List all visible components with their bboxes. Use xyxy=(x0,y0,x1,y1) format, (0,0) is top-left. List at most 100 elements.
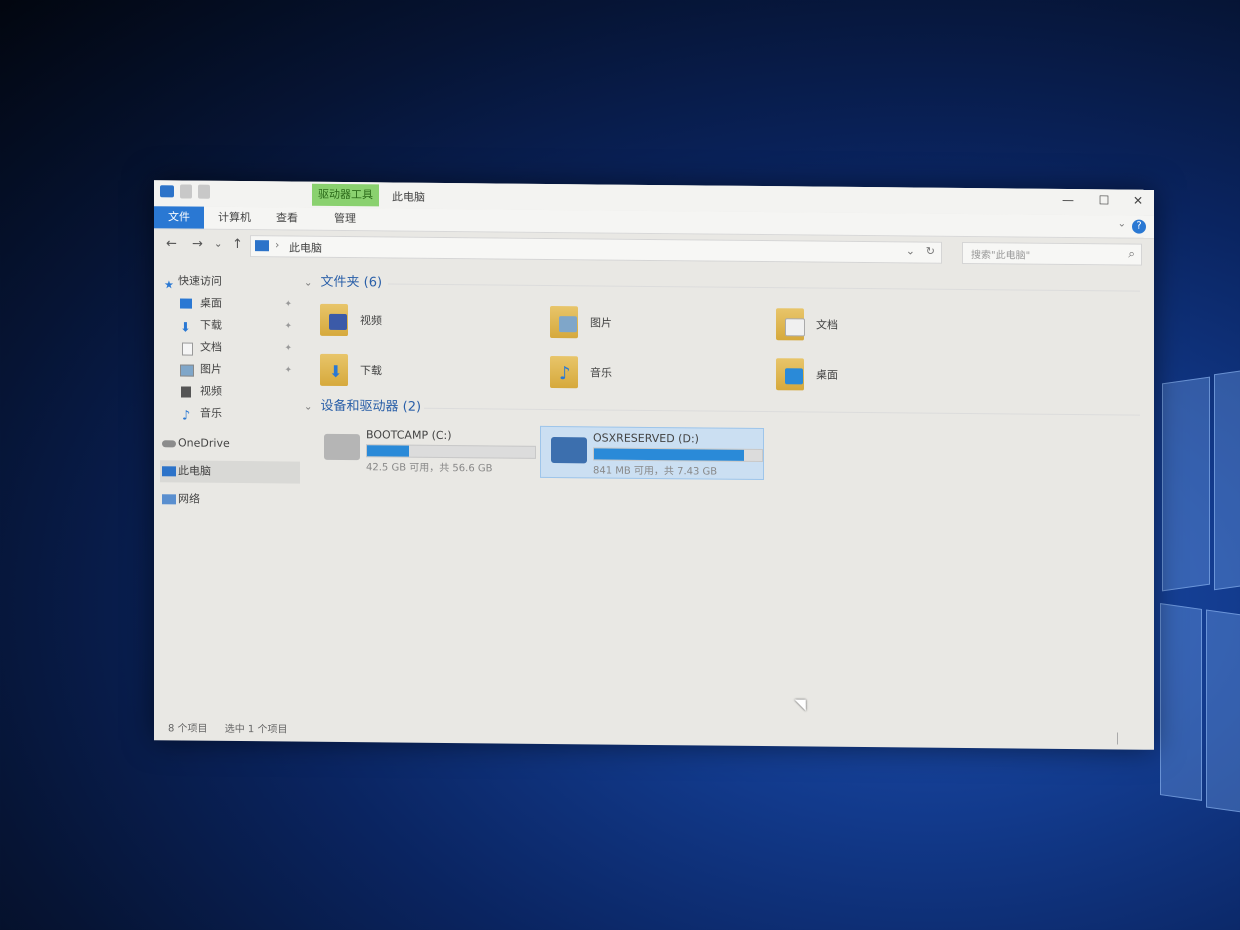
folder-icon xyxy=(550,306,578,339)
tab-manage[interactable]: 管理 xyxy=(324,208,366,230)
back-icon[interactable]: ← xyxy=(166,236,177,251)
drive-c[interactable]: BOOTCAMP (C:) 42.5 GB 可用，共 56.6 GB xyxy=(314,424,536,476)
search-icon[interactable]: ⌕ xyxy=(1128,247,1135,262)
folder-desktop[interactable]: 桌面 xyxy=(760,352,960,398)
folder-label: 音乐 xyxy=(590,366,612,380)
documents-icon xyxy=(182,342,193,356)
drive-d[interactable]: OSXRESERVED (D:) 841 MB 可用，共 7.43 GB xyxy=(540,425,764,481)
pin-icon[interactable]: ✦ xyxy=(284,337,292,359)
drive-name: BOOTCAMP (C:) xyxy=(366,428,452,443)
folder-label: 下载 xyxy=(360,364,382,378)
video-icon xyxy=(329,313,347,331)
address-bar[interactable]: › 此电脑 ⌄ ↻ xyxy=(250,235,942,264)
drive-info: 841 MB 可用，共 7.43 GB xyxy=(593,465,718,478)
chevron-down-icon[interactable]: ⌄ xyxy=(304,278,312,289)
help-icon[interactable]: ? xyxy=(1132,219,1146,234)
sidebar-item-pictures[interactable]: 图片 ✦ xyxy=(160,358,300,381)
folder-music[interactable]: ♪ 音乐 xyxy=(534,350,734,396)
this-pc-icon xyxy=(162,466,176,477)
sidebar-item-label: 此电脑 xyxy=(178,464,211,478)
pin-icon[interactable]: ✦ xyxy=(284,315,292,337)
minimize-button[interactable]: — xyxy=(1054,193,1082,209)
sidebar-item-label: 图片 xyxy=(200,362,222,376)
sidebar-item-desktop[interactable]: 桌面 ✦ xyxy=(160,292,300,315)
content-area: ⌄ 文件夹 (6) 视频 图片 文档 ⬇ 下载 ♪ 音乐 桌面 ⌄ 设备和驱动器… xyxy=(304,272,1140,492)
group-title: 设备和驱动器 (2) xyxy=(320,398,422,415)
new-folder-icon[interactable] xyxy=(198,184,210,199)
divider xyxy=(424,407,1140,416)
forward-icon[interactable]: → xyxy=(192,237,203,252)
sidebar-item-label: 音乐 xyxy=(200,406,222,420)
cloud-icon xyxy=(162,440,176,448)
desktop-icon xyxy=(180,298,192,309)
chevron-down-icon[interactable]: ⌄ xyxy=(304,402,312,413)
download-icon: ⬇ xyxy=(329,361,343,382)
windows-drive-icon xyxy=(324,433,360,461)
folder-downloads[interactable]: ⬇ 下载 xyxy=(304,348,504,394)
search-placeholder: 搜索"此电脑" xyxy=(971,250,1031,262)
status-bar: 8 个项目 选中 1 个项目 xyxy=(154,718,1154,750)
video-icon xyxy=(181,386,191,398)
tab-file[interactable]: 文件 xyxy=(154,206,204,229)
tab-view[interactable]: 查看 xyxy=(266,207,308,229)
selected-count: 选中 1 个项目 xyxy=(224,723,288,736)
up-icon[interactable]: ↑ xyxy=(232,237,243,252)
drive-usage-fill xyxy=(367,445,409,457)
navigation-pane: ★ 快速访问 桌面 ✦ ⬇ 下载 ✦ 文档 ✦ 图片 ✦ 视频 ♪ 音乐 One… xyxy=(160,270,300,511)
quick-access-toolbar xyxy=(160,184,210,199)
star-icon: ★ xyxy=(164,278,174,292)
folder-label: 图片 xyxy=(590,316,612,330)
view-toggle-icon[interactable] xyxy=(1117,732,1146,745)
pin-icon[interactable]: ✦ xyxy=(284,293,292,315)
properties-icon[interactable] xyxy=(180,184,192,199)
sidebar-item-videos[interactable]: 视频 xyxy=(160,380,300,403)
sidebar-item-documents[interactable]: 文档 ✦ xyxy=(160,336,300,359)
ribbon-collapse-icon[interactable]: ⌄ xyxy=(1118,218,1126,229)
close-button[interactable]: ✕ xyxy=(1124,194,1152,210)
folder-label: 文档 xyxy=(816,318,838,332)
folder-pictures[interactable]: 图片 xyxy=(534,300,734,346)
folder-videos[interactable]: 视频 xyxy=(304,298,504,344)
folder-icon xyxy=(320,303,348,337)
mouse-cursor-icon xyxy=(794,693,812,711)
pictures-icon xyxy=(559,316,577,333)
folder-icon: ⬇ xyxy=(320,353,348,387)
folders-grid: 视频 图片 文档 ⬇ 下载 ♪ 音乐 桌面 xyxy=(304,294,1140,404)
folder-documents[interactable]: 文档 xyxy=(760,302,960,348)
folder-label: 视频 xyxy=(360,314,382,328)
music-icon: ♪ xyxy=(182,408,191,424)
sidebar-item-music[interactable]: ♪ 音乐 xyxy=(160,402,300,425)
search-input[interactable]: 搜索"此电脑" ⌕ xyxy=(962,241,1142,266)
pictures-icon xyxy=(180,364,194,377)
sidebar-item-onedrive[interactable]: OneDrive xyxy=(160,432,300,455)
sidebar-item-label: 网络 xyxy=(178,492,200,506)
desktop-icon xyxy=(785,368,803,385)
folder-label: 桌面 xyxy=(816,368,838,382)
pin-icon[interactable]: ✦ xyxy=(284,359,292,381)
file-explorer-window: 驱动器工具 此电脑 — ☐ ✕ 文件 计算机 查看 管理 ⌄ ? ← → ⌄ ↑… xyxy=(154,180,1154,750)
window-title: 此电脑 xyxy=(392,190,425,204)
sidebar-item-this-pc[interactable]: 此电脑 xyxy=(160,460,300,484)
this-pc-icon xyxy=(160,185,174,198)
drive-info: 42.5 GB 可用，共 56.6 GB xyxy=(366,462,493,475)
chevron-down-icon[interactable]: ⌄ xyxy=(906,244,915,257)
recent-locations-icon[interactable]: ⌄ xyxy=(214,239,222,250)
tab-computer[interactable]: 计算机 xyxy=(208,207,261,230)
drive-usage-bar xyxy=(593,447,763,463)
drive-icon xyxy=(551,437,587,464)
drive-usage-bar xyxy=(366,444,536,459)
drive-tools-tab[interactable]: 驱动器工具 xyxy=(312,183,379,207)
sidebar-item-label: 桌面 xyxy=(200,296,222,310)
divider xyxy=(388,283,1140,292)
folder-icon xyxy=(776,358,804,391)
chevron-right-icon[interactable]: › xyxy=(275,238,279,251)
group-title: 文件夹 (6) xyxy=(320,274,383,291)
sidebar-item-downloads[interactable]: ⬇ 下载 ✦ xyxy=(160,314,300,337)
sidebar-item-quick-access[interactable]: ★ 快速访问 xyxy=(160,270,300,293)
refresh-icon[interactable]: ↻ xyxy=(926,245,935,258)
sidebar-item-network[interactable]: 网络 xyxy=(160,488,300,511)
sidebar-item-label: 下载 xyxy=(200,318,222,332)
address-path[interactable]: 此电脑 xyxy=(289,239,322,255)
maximize-button[interactable]: ☐ xyxy=(1090,193,1118,209)
folder-icon xyxy=(776,308,805,341)
